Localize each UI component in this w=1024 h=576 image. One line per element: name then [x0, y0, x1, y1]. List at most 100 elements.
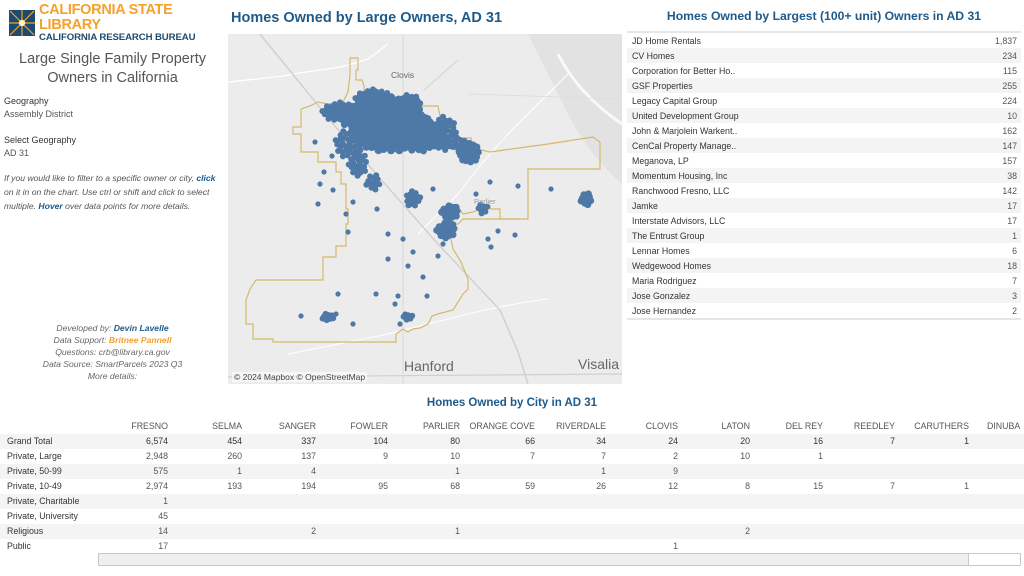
table-row[interactable]: Public 17 1 — [0, 539, 1024, 554]
owner-row[interactable]: Legacy Capital Group 224 — [627, 93, 1021, 108]
property-point[interactable] — [376, 181, 383, 188]
property-point[interactable] — [385, 231, 391, 237]
property-point[interactable] — [345, 229, 351, 235]
table-cell[interactable]: 9 — [588, 466, 678, 476]
property-point[interactable] — [385, 256, 391, 262]
table-cell[interactable]: 1 — [370, 526, 460, 536]
property-point[interactable] — [298, 313, 304, 319]
property-point[interactable] — [356, 90, 363, 97]
property-point[interactable] — [411, 108, 418, 115]
property-point[interactable] — [488, 244, 494, 250]
property-point[interactable] — [454, 134, 461, 141]
table-cell[interactable]: 1 — [879, 481, 969, 491]
property-point[interactable] — [348, 116, 355, 123]
property-point[interactable] — [378, 88, 385, 95]
property-point[interactable] — [348, 156, 355, 163]
table-cell[interactable]: 1 — [879, 436, 969, 446]
select-geography-filter[interactable]: Select Geography AD 31 — [4, 135, 76, 158]
points-layer[interactable] — [298, 86, 595, 327]
property-point[interactable] — [370, 86, 376, 93]
owner-row[interactable]: John & Marjolein Warkent.. 162 — [627, 123, 1021, 138]
property-point[interactable] — [402, 311, 409, 318]
table-row[interactable]: Private, Charitable 1 — [0, 494, 1024, 509]
property-point[interactable] — [412, 202, 418, 209]
property-point[interactable] — [399, 104, 406, 111]
property-point[interactable] — [472, 156, 479, 164]
property-point[interactable] — [577, 197, 585, 205]
property-point[interactable] — [360, 125, 368, 133]
owner-row[interactable]: Lennar Homes 6 — [627, 243, 1021, 258]
property-point[interactable] — [393, 99, 400, 106]
property-point[interactable] — [442, 147, 449, 153]
owner-row[interactable]: Jose Hernandez 2 — [627, 303, 1021, 318]
property-point[interactable] — [409, 312, 416, 319]
property-point[interactable] — [409, 188, 415, 195]
property-point[interactable] — [396, 121, 404, 128]
property-point[interactable] — [512, 232, 518, 238]
property-point[interactable] — [312, 139, 318, 145]
table-cell[interactable]: 1 — [78, 496, 168, 506]
property-point[interactable] — [387, 146, 396, 155]
property-point[interactable] — [401, 144, 409, 152]
property-point[interactable] — [353, 108, 360, 115]
owner-row[interactable]: Momentum Housing, Inc 38 — [627, 168, 1021, 183]
property-point[interactable] — [383, 113, 391, 121]
table-row[interactable]: Private, Large 2,948 260 137 9 10 7 7 2 10 1 — [0, 449, 1024, 464]
geography-filter[interactable]: Geography Assembly District — [4, 96, 73, 119]
property-point[interactable] — [381, 103, 388, 110]
owner-row[interactable]: JD Home Rentals 1,837 — [627, 33, 1021, 48]
grand-total-row[interactable]: Grand Total 6,574 454 337 104 80 66 34 24 20 16 7 1 — [0, 434, 1024, 449]
property-point[interactable] — [351, 103, 358, 109]
geography-value[interactable]: Assembly District — [4, 109, 73, 119]
property-point[interactable] — [364, 88, 371, 95]
property-point[interactable] — [452, 203, 460, 211]
property-point[interactable] — [339, 117, 346, 124]
property-point[interactable] — [445, 202, 453, 210]
owner-row[interactable]: The Entrust Group 1 — [627, 228, 1021, 243]
property-point[interactable] — [433, 226, 441, 234]
property-point[interactable] — [431, 143, 438, 150]
property-point[interactable] — [420, 274, 426, 280]
owner-row[interactable]: Wedgewood Homes 18 — [627, 258, 1021, 273]
property-point[interactable] — [315, 201, 321, 207]
property-point[interactable] — [350, 199, 356, 205]
property-point[interactable] — [404, 106, 411, 113]
table-row[interactable]: Private, 50-99 575 1 4 1 1 9 — [0, 464, 1024, 479]
property-point[interactable] — [417, 194, 424, 201]
owner-row[interactable]: Corporation for Better Ho.. 115 — [627, 63, 1021, 78]
property-point[interactable] — [449, 231, 457, 239]
property-point[interactable] — [417, 100, 424, 107]
more-details[interactable]: More details: — [0, 370, 225, 382]
map-canvas[interactable] — [228, 34, 622, 384]
property-point[interactable] — [442, 234, 450, 242]
property-point[interactable] — [373, 291, 379, 297]
property-point[interactable] — [515, 183, 521, 189]
property-point[interactable] — [420, 147, 427, 155]
property-point[interactable] — [353, 150, 360, 157]
property-point[interactable] — [335, 291, 341, 297]
property-point[interactable] — [417, 114, 425, 122]
property-point[interactable] — [320, 316, 326, 322]
property-point[interactable] — [450, 144, 457, 150]
table-row[interactable]: Private, University 45 — [0, 509, 1024, 524]
property-point[interactable] — [410, 97, 417, 104]
property-point[interactable] — [354, 172, 361, 179]
property-point[interactable] — [362, 142, 371, 151]
column-header[interactable]: DINUBA — [987, 421, 1024, 431]
property-point[interactable] — [455, 148, 463, 156]
property-point[interactable] — [339, 153, 346, 160]
property-point[interactable] — [584, 201, 592, 209]
property-point[interactable] — [397, 321, 403, 327]
property-point[interactable] — [403, 316, 410, 323]
property-point[interactable] — [452, 212, 460, 220]
property-point[interactable] — [367, 173, 374, 180]
property-point[interactable] — [435, 253, 441, 259]
property-point[interactable] — [495, 228, 501, 234]
owner-row[interactable]: Ranchwood Fresno, LLC 142 — [627, 183, 1021, 198]
property-point[interactable] — [459, 156, 467, 164]
property-point[interactable] — [395, 293, 401, 299]
property-point[interactable] — [323, 103, 330, 110]
property-point[interactable] — [345, 101, 352, 108]
property-point[interactable] — [347, 128, 354, 135]
property-point[interactable] — [325, 115, 332, 122]
